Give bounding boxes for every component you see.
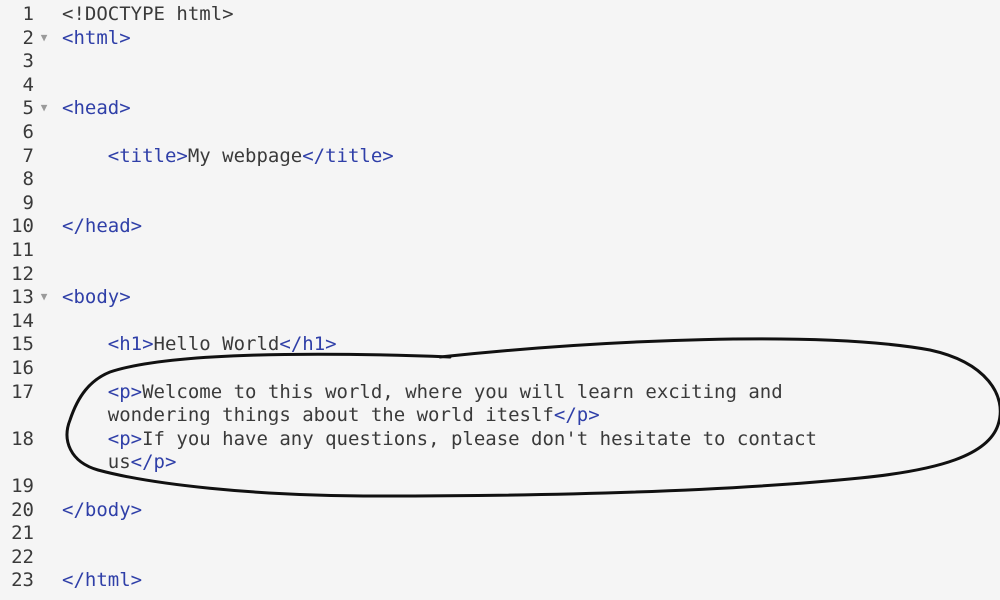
line-number: 8 (22, 168, 34, 191)
code-line[interactable]: 7 <title>My webpage</title> (0, 144, 1000, 168)
code-line[interactable]: us</p> (0, 450, 1000, 474)
html-tag-token: </body> (62, 498, 143, 521)
line-number: 1 (22, 3, 34, 25)
code-line[interactable]: 12 (0, 262, 1000, 286)
code-line[interactable]: 20 </body> (0, 498, 1000, 522)
line-number: 23 (11, 569, 34, 592)
line-number: 17 (11, 380, 34, 403)
text-token: us (62, 451, 131, 474)
code-line[interactable]: 4 (0, 73, 1000, 97)
code-text: wondering things about the world iteslf<… (62, 403, 600, 427)
line-number: 21 (11, 522, 34, 545)
code-text: <h1>Hello World</h1> (62, 332, 337, 356)
code-line[interactable]: 21 (0, 521, 1000, 545)
code-line[interactable]: 9 (0, 191, 1000, 215)
code-line[interactable]: 22 (0, 545, 1000, 569)
code-line[interactable]: 13 ▼ <body> (0, 285, 1000, 309)
line-number: 10 (11, 215, 34, 238)
code-text: <body> (62, 285, 131, 309)
html-tag-token: <p> (107, 380, 143, 403)
text-token: Welcome to this world, where you will le… (142, 380, 783, 403)
line-number: 14 (11, 309, 34, 332)
line-number: 4 (22, 73, 34, 96)
code-editor[interactable]: 1 <!DOCTYPE html> 2 ▼ <html> 3 4 5 ▼ <head> 6 7 <ti… (0, 0, 1000, 600)
code-line[interactable]: wondering things about the world iteslf<… (0, 403, 1000, 427)
html-tag-token: </html> (62, 569, 143, 592)
line-number: 15 (11, 333, 34, 356)
html-tag-token: </p> (130, 451, 177, 474)
text-token: <!DOCTYPE html> (62, 3, 234, 25)
html-tag-token: </p> (553, 404, 600, 427)
line-number: 22 (11, 545, 34, 568)
html-tag-token: <h1> (107, 333, 154, 356)
line-number: 2 (22, 26, 34, 49)
code-text: <head> (62, 96, 131, 120)
line-number: 7 (22, 144, 34, 167)
code-line[interactable]: 16 (0, 356, 1000, 380)
line-number: 20 (11, 498, 34, 521)
line-number: 5 (22, 97, 34, 120)
code-line[interactable]: 23 </html> (0, 568, 1000, 592)
code-text: </body> (62, 498, 142, 522)
code-text: <title>My webpage</title> (62, 144, 394, 168)
code-text: <!DOCTYPE html> (62, 2, 234, 26)
code-line[interactable]: 15 <h1>Hello World</h1> (0, 332, 1000, 356)
line-number: 6 (22, 121, 34, 143)
code-line[interactable]: 10 </head> (0, 214, 1000, 238)
line-number: 19 (11, 475, 34, 497)
code-line[interactable]: 6 (0, 120, 1000, 144)
line-number: 16 (11, 357, 34, 379)
html-tag-token: <html> (62, 26, 131, 49)
text-token: Hello World (153, 333, 280, 356)
html-tag-token: </title> (302, 144, 394, 167)
code-text: <p>If you have any questions, please don… (62, 427, 817, 451)
html-tag-token: </h1> (279, 333, 337, 356)
code-line[interactable]: 19 (0, 474, 1000, 498)
fold-triangle-icon[interactable]: ▼ (37, 285, 51, 309)
code-line[interactable]: 14 (0, 309, 1000, 333)
code-line[interactable]: 2 ▼ <html> (0, 26, 1000, 50)
code-line[interactable]: 1 <!DOCTYPE html> (0, 2, 1000, 26)
html-tag-token: <body> (62, 286, 131, 309)
code-line[interactable]: 18 <p>If you have any questions, please … (0, 427, 1000, 451)
fold-triangle-icon[interactable]: ▼ (37, 26, 51, 50)
code-text: <html> (62, 26, 131, 50)
line-number: 18 (11, 427, 34, 450)
html-tag-token: </head> (62, 215, 143, 238)
html-tag-token: <p> (107, 427, 143, 450)
line-number: 13 (11, 286, 34, 309)
line-number: 9 (22, 191, 34, 214)
line-number: 3 (22, 50, 34, 73)
text-token: My webpage (187, 144, 303, 167)
code-line[interactable]: 3 (0, 49, 1000, 73)
code-text: </html> (62, 568, 142, 592)
code-text: <p>Welcome to this world, where you will… (62, 380, 783, 404)
line-number: 12 (11, 262, 34, 285)
code-line[interactable]: 17 <p>Welcome to this world, where you w… (0, 380, 1000, 404)
text-token: wondering things about the world iteslf (62, 404, 554, 427)
code-line[interactable]: 5 ▼ <head> (0, 96, 1000, 120)
html-tag-token: <head> (62, 97, 131, 120)
text-token: If you have any questions, please don't … (142, 427, 817, 450)
code-line[interactable]: 8 (0, 167, 1000, 191)
code-text: </head> (62, 214, 142, 238)
line-number: 11 (11, 239, 34, 261)
code-line[interactable]: 11 (0, 238, 1000, 262)
html-tag-token: <title> (107, 144, 188, 167)
code-text: us</p> (62, 450, 177, 474)
fold-triangle-icon[interactable]: ▼ (37, 96, 51, 120)
